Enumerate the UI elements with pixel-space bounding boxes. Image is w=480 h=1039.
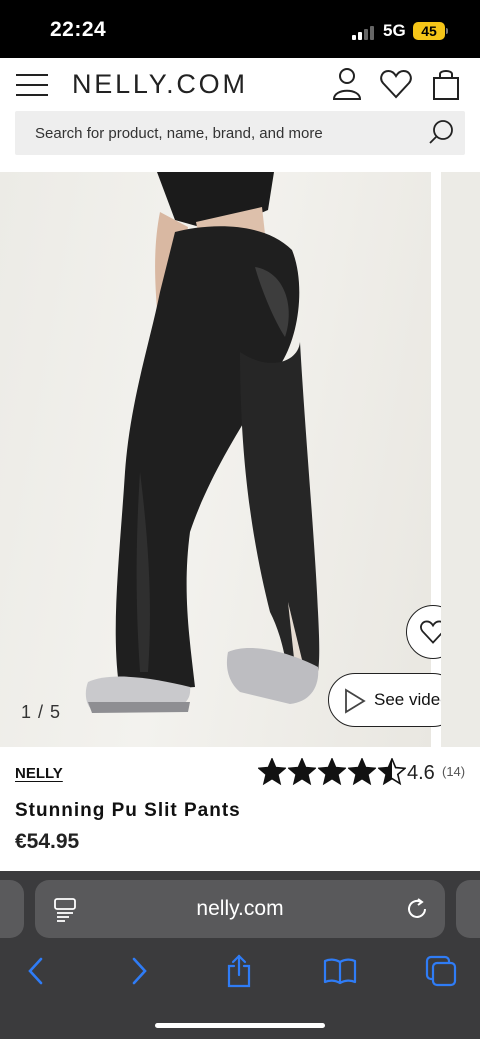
url-text[interactable]: nelly.com <box>35 880 445 938</box>
bag-icon[interactable] <box>429 66 463 102</box>
rating-value[interactable]: 4.6 <box>407 762 435 785</box>
star-icon <box>318 758 346 786</box>
rating-count[interactable]: (14) <box>442 764 465 779</box>
search-icon[interactable] <box>426 118 456 148</box>
star-icon <box>288 758 316 786</box>
network-label: 5G <box>383 21 406 40</box>
product-price: €54.95 <box>15 830 80 853</box>
bookmarks-icon[interactable] <box>320 951 360 991</box>
play-icon <box>345 688 366 714</box>
address-bar[interactable]: nelly.com <box>35 880 445 938</box>
search-bar[interactable] <box>15 111 465 155</box>
brand-link[interactable]: NELLY <box>15 765 63 782</box>
site-logo[interactable]: NELLY.COM <box>72 69 248 100</box>
see-video-label: See video <box>374 690 450 709</box>
home-indicator <box>155 1023 325 1028</box>
product-name: Stunning Pu Slit Pants <box>15 800 241 821</box>
search-input[interactable] <box>35 111 415 155</box>
signal-icon <box>352 24 376 40</box>
star-icon <box>348 758 376 786</box>
reload-icon[interactable] <box>404 896 430 922</box>
rating-stars[interactable] <box>258 758 408 786</box>
browser-toolbar: nelly.com <box>0 871 480 1039</box>
star-icon <box>258 758 286 786</box>
forward-icon[interactable] <box>119 951 159 991</box>
star-icon <box>378 758 406 786</box>
menu-icon[interactable] <box>16 72 48 98</box>
next-tab-peek[interactable] <box>456 880 480 938</box>
status-bar: 22:24 5G 45 <box>0 0 480 58</box>
back-icon[interactable] <box>16 951 56 991</box>
product-gallery[interactable]: 1 / 5 See video <box>0 172 480 747</box>
reader-icon[interactable] <box>53 897 77 923</box>
status-time: 22:24 <box>50 18 107 41</box>
product-image[interactable]: 1 / 5 See video <box>0 172 460 747</box>
tabs-icon[interactable] <box>421 951 461 991</box>
battery-nub <box>446 28 448 34</box>
previous-tab-peek[interactable] <box>0 880 24 938</box>
product-info: NELLY 4.6 (14) Stunning Pu Slit Pants €5… <box>0 747 480 871</box>
account-icon[interactable] <box>330 66 364 102</box>
image-counter: 1 / 5 <box>21 702 62 722</box>
heart-icon[interactable] <box>379 66 413 102</box>
battery-icon: 45 <box>413 22 445 40</box>
product-photo <box>85 172 320 713</box>
next-image-peek[interactable] <box>441 172 480 747</box>
share-icon[interactable] <box>219 951 259 991</box>
